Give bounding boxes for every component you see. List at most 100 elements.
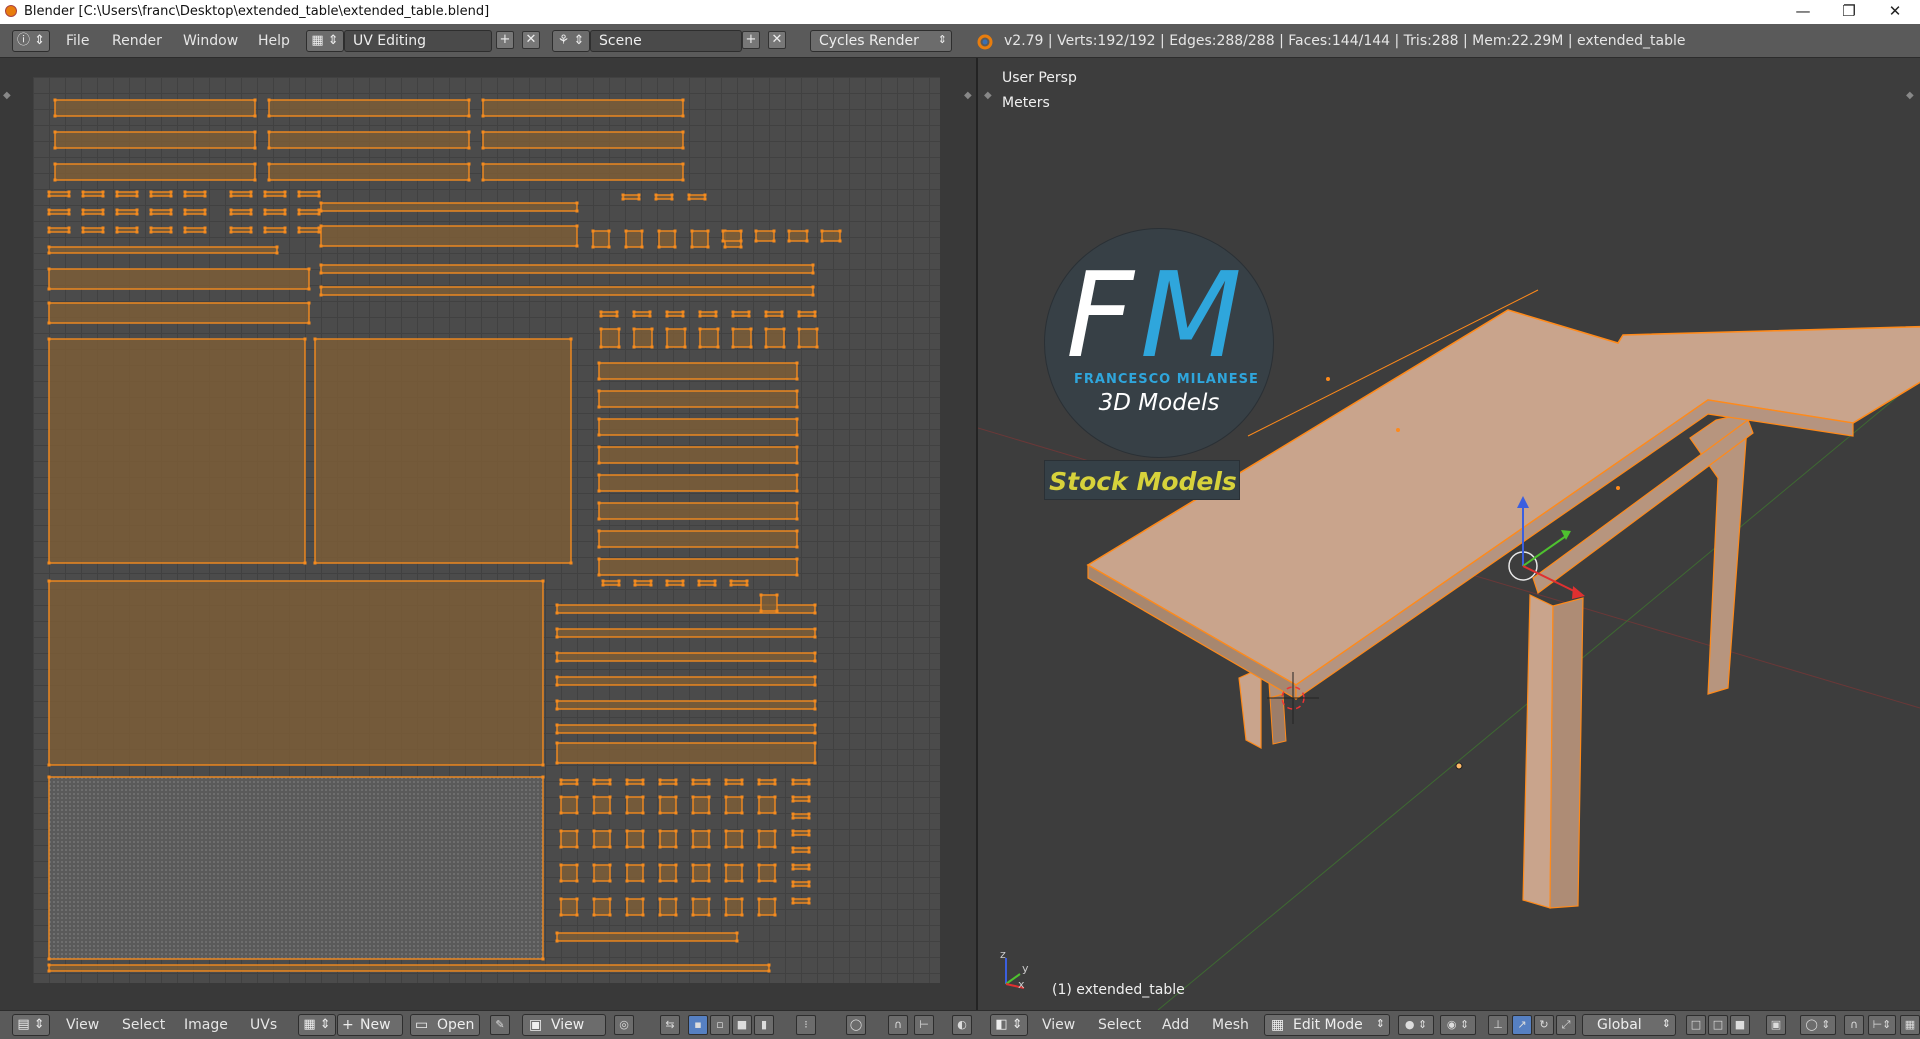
uv-strip-island[interactable] xyxy=(48,302,310,324)
uv-vertex[interactable] xyxy=(313,561,317,565)
uv-vertex[interactable] xyxy=(591,229,595,233)
uv-vertex[interactable] xyxy=(791,901,795,905)
uv-vertex[interactable] xyxy=(681,579,685,583)
island-select-icon[interactable]: ▮ xyxy=(754,1015,774,1035)
uv-vertex[interactable] xyxy=(229,208,233,212)
uv-vertex[interactable] xyxy=(735,931,739,935)
uv-vertex[interactable] xyxy=(575,201,579,205)
uv-panel-island[interactable] xyxy=(314,338,572,564)
uv-vertex[interactable] xyxy=(658,778,662,782)
uv-vertex[interactable] xyxy=(683,327,687,331)
uv-vertex[interactable] xyxy=(67,226,71,230)
uv-vertex[interactable] xyxy=(724,811,728,815)
uv-vertex[interactable] xyxy=(698,345,702,349)
uv-vertex[interactable] xyxy=(481,146,485,150)
uv-vertex[interactable] xyxy=(81,226,85,230)
uv-vertex[interactable] xyxy=(149,212,153,216)
uv-vertex[interactable] xyxy=(716,345,720,349)
uv-vertex[interactable] xyxy=(724,782,728,786)
uv-vertex[interactable] xyxy=(575,863,579,867)
uv-vertex[interactable] xyxy=(229,212,233,216)
uv-vertex[interactable] xyxy=(767,963,771,967)
uv-vertex[interactable] xyxy=(249,208,253,212)
uv-vertex[interactable] xyxy=(229,230,233,234)
uv-square-island[interactable] xyxy=(560,864,578,882)
uv-vertex[interactable] xyxy=(481,114,485,118)
uv-vertex[interactable] xyxy=(780,314,784,318)
uv-vertex[interactable] xyxy=(633,579,637,583)
uv-vertex[interactable] xyxy=(555,723,559,727)
uv-vertex[interactable] xyxy=(654,193,658,197)
uv-vertex[interactable] xyxy=(47,321,51,325)
uv-vertex[interactable] xyxy=(658,811,662,815)
uv-small-island[interactable] xyxy=(792,881,810,887)
uv-vertex[interactable] xyxy=(773,795,777,799)
uv-vertex[interactable] xyxy=(706,245,710,249)
uv-vertex[interactable] xyxy=(555,707,559,711)
uv-vertex[interactable] xyxy=(53,130,57,134)
uv-vertex[interactable] xyxy=(724,879,728,883)
uv-vertex[interactable] xyxy=(541,579,545,583)
uv-vertex[interactable] xyxy=(724,829,728,833)
uv-vertex[interactable] xyxy=(658,863,662,867)
uv-vertex[interactable] xyxy=(714,310,718,314)
uv-vertex[interactable] xyxy=(47,267,51,271)
uv-vertex[interactable] xyxy=(674,897,678,901)
uv-vertex[interactable] xyxy=(624,229,628,233)
uv-vertex[interactable] xyxy=(267,178,271,182)
uv-vertex[interactable] xyxy=(674,782,678,786)
sync-selection-icon[interactable]: ⇆ xyxy=(660,1015,680,1035)
uv-vertex[interactable] xyxy=(641,845,645,849)
uv-board-island[interactable] xyxy=(54,163,256,181)
uv-vertex[interactable] xyxy=(780,310,784,314)
uv-square-island[interactable] xyxy=(732,328,752,348)
uv-vertex[interactable] xyxy=(807,867,811,871)
uv-vertex[interactable] xyxy=(641,778,645,782)
uv-small-island[interactable] xyxy=(755,230,775,242)
uv-vertex[interactable] xyxy=(691,845,695,849)
uv-vertex[interactable] xyxy=(608,897,612,901)
uv-vertex[interactable] xyxy=(625,879,629,883)
uv-vertex[interactable] xyxy=(813,741,817,745)
uv-small-island[interactable] xyxy=(264,209,286,215)
uv-vertex[interactable] xyxy=(707,811,711,815)
uv-vertex[interactable] xyxy=(135,194,139,198)
uv-vertex[interactable] xyxy=(597,377,601,381)
uv-vertex[interactable] xyxy=(731,345,735,349)
uv-square-island[interactable] xyxy=(659,864,677,882)
uv-vertex[interactable] xyxy=(319,244,323,248)
uv-vertex[interactable] xyxy=(739,239,743,243)
uv-vertex[interactable] xyxy=(303,337,307,341)
uv-vertex[interactable] xyxy=(729,583,733,587)
uv-small-island[interactable] xyxy=(298,191,320,197)
uv-vertex[interactable] xyxy=(687,193,691,197)
uv-vertex[interactable] xyxy=(658,795,662,799)
uv-vertex[interactable] xyxy=(597,461,601,465)
uv-vertex[interactable] xyxy=(53,162,57,166)
uv-square-island[interactable] xyxy=(658,230,676,248)
uv-vertex[interactable] xyxy=(807,884,811,888)
transform-orientation-dropdown[interactable]: Global ⇕ xyxy=(1582,1014,1676,1036)
uv-vertex[interactable] xyxy=(81,194,85,198)
uv-vertex[interactable] xyxy=(115,208,119,212)
add-screen-icon[interactable]: + xyxy=(496,31,514,49)
layer-icon[interactable]: □ xyxy=(1708,1015,1728,1035)
uv-vertex[interactable] xyxy=(597,573,601,577)
uv-vertex[interactable] xyxy=(674,811,678,815)
uv-vertex[interactable] xyxy=(632,345,636,349)
uv-vertex[interactable] xyxy=(795,417,799,421)
uv-vertex[interactable] xyxy=(263,230,267,234)
uv-small-island[interactable] xyxy=(792,813,810,819)
3d-menu-view[interactable]: View xyxy=(1042,1017,1075,1033)
uv-strip-island[interactable] xyxy=(320,202,578,212)
uv-vertex[interactable] xyxy=(791,880,795,884)
uv-small-island[interactable] xyxy=(150,227,172,233)
uv-vertex[interactable] xyxy=(263,212,267,216)
uv-vertex[interactable] xyxy=(681,162,685,166)
uv-vertex[interactable] xyxy=(673,229,677,233)
uv-vertex[interactable] xyxy=(555,651,559,655)
face-select-icon[interactable]: ■ xyxy=(732,1015,752,1035)
editor-type-info-icon[interactable]: ⓘ ⇕ xyxy=(12,30,50,52)
uv-vertex[interactable] xyxy=(575,209,579,213)
uv-vertex[interactable] xyxy=(811,263,815,267)
